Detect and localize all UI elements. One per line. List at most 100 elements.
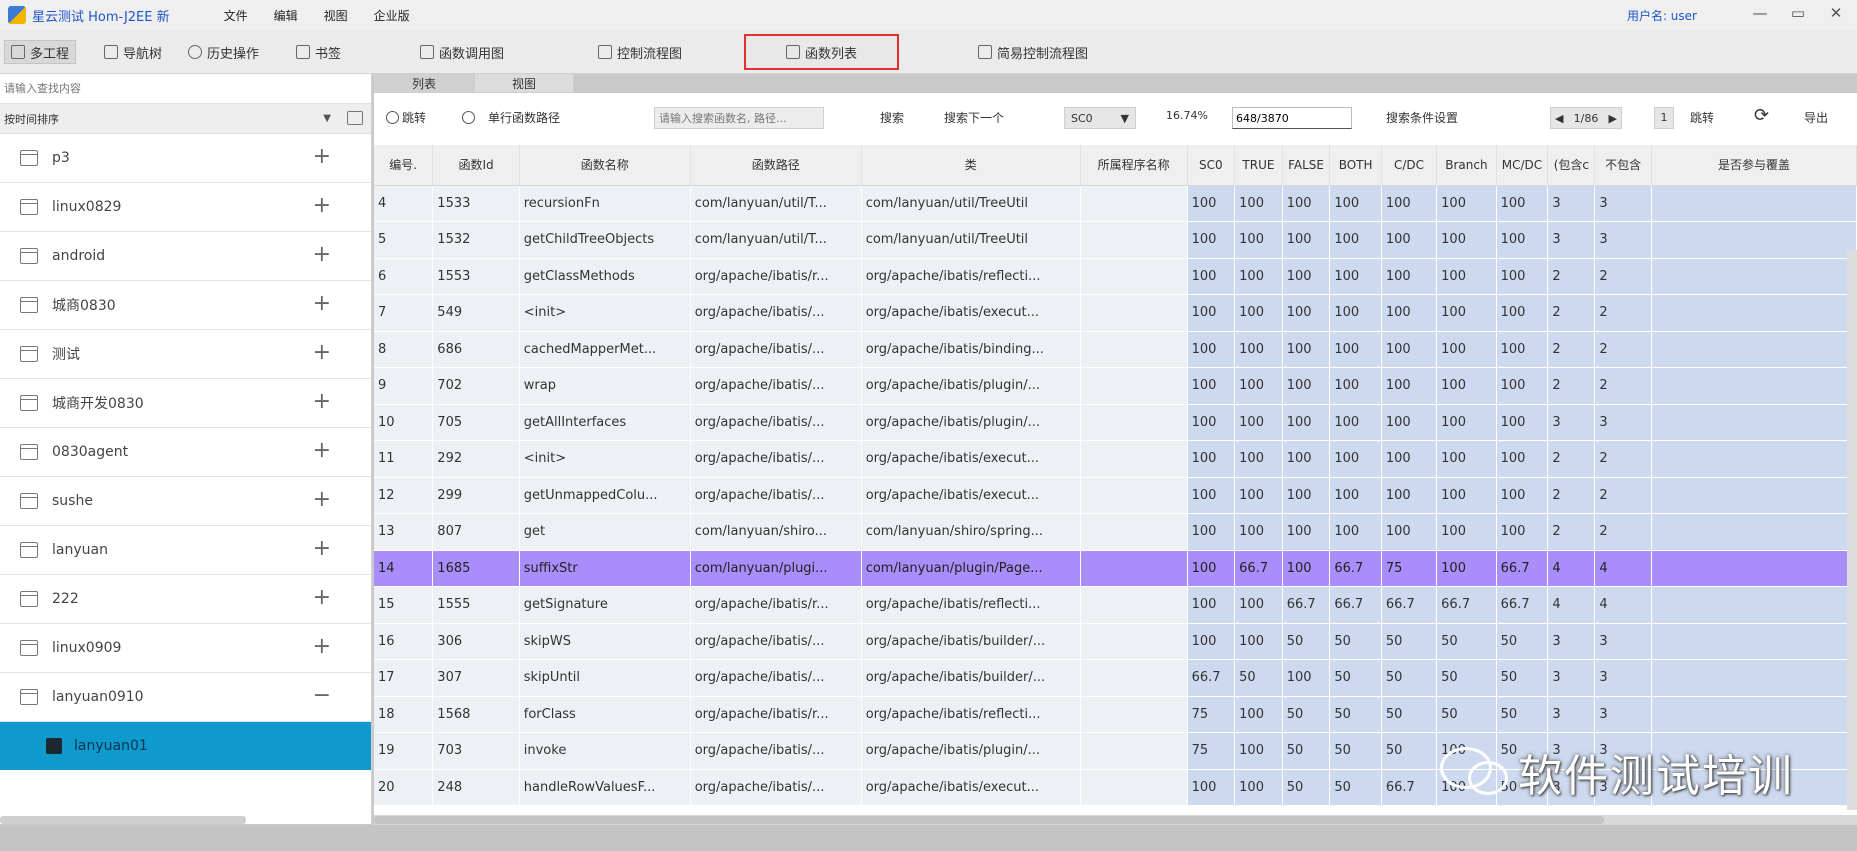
table-row[interactable]: 6 1553 getClassMethods org/apache/ibatis/r.… bbox=[374, 258, 1857, 295]
menu-file[interactable]: 文件 bbox=[220, 5, 252, 26]
expand-icon[interactable]: + bbox=[313, 293, 331, 315]
column-header[interactable]: TRUE bbox=[1234, 145, 1283, 186]
sidebar-project-item[interactable]: sushe + bbox=[0, 477, 371, 526]
sidebar-project-item[interactable]: p3 + bbox=[0, 134, 371, 183]
table-row[interactable]: 11 292 <init> org/apache/ibatis/... org/apac… bbox=[374, 440, 1857, 478]
prev-page-icon[interactable]: ◀ bbox=[1555, 112, 1563, 125]
column-header[interactable]: SC0 bbox=[1187, 145, 1236, 186]
table-row[interactable]: 4 1533 recursionFn com/lanyuan/util/T... com… bbox=[374, 185, 1857, 222]
sidebar-search-input[interactable] bbox=[4, 82, 364, 95]
table-vertical-scrollbar[interactable] bbox=[1847, 250, 1857, 810]
menu-edit[interactable]: 编辑 bbox=[270, 5, 302, 26]
column-header[interactable]: 不包含 bbox=[1594, 145, 1652, 186]
sort-selector[interactable]: 按时间排序 ▼ bbox=[0, 104, 371, 134]
table-row[interactable]: 14 1685 suffixStr com/lanyuan/plugi... com/l… bbox=[374, 550, 1857, 587]
sidebar-scrollbar[interactable] bbox=[0, 816, 246, 824]
single-path-radio[interactable]: 单行函数路径 bbox=[462, 109, 560, 126]
table-horizontal-scrollbar[interactable] bbox=[374, 815, 1857, 825]
scrollbar-thumb[interactable] bbox=[374, 816, 1604, 824]
expand-icon[interactable]: + bbox=[313, 146, 331, 168]
table-row[interactable]: 17 307 skipUntil org/apache/ibatis/... org/a… bbox=[374, 659, 1857, 697]
close-icon[interactable]: ✕ bbox=[1827, 4, 1845, 22]
column-header[interactable]: 函数路径 bbox=[690, 145, 862, 186]
jump-button[interactable]: 跳转 bbox=[1690, 109, 1714, 126]
sidebar-project-item[interactable]: 城商0830 + bbox=[0, 281, 371, 330]
column-header[interactable]: BOTH bbox=[1329, 145, 1382, 186]
column-header[interactable]: 函数Id bbox=[432, 145, 520, 186]
column-header[interactable]: (包含c bbox=[1547, 145, 1596, 186]
table-row[interactable]: 16 306 skipWS org/apache/ibatis/... org/apac… bbox=[374, 623, 1857, 660]
sidebar-project-item[interactable]: 0830agent + bbox=[0, 428, 371, 477]
page-number-input[interactable]: 1 bbox=[1654, 107, 1674, 129]
menu-enterprise[interactable]: 企业版 bbox=[370, 5, 414, 26]
table-cell: org/apache/ibatis/... bbox=[690, 404, 862, 441]
refresh-icon[interactable]: ⟳ bbox=[1754, 105, 1769, 126]
column-header[interactable]: 函数名称 bbox=[519, 145, 691, 186]
metric-select[interactable]: SC0 ▼ bbox=[1064, 107, 1136, 129]
table-row[interactable]: 7 549 <init> org/apache/ibatis/... org/apach… bbox=[374, 294, 1857, 332]
column-header[interactable]: Branch bbox=[1436, 145, 1497, 186]
expand-icon[interactable]: + bbox=[313, 391, 331, 413]
table-row[interactable]: 10 705 getAllInterfaces org/apache/ibatis/.… bbox=[374, 404, 1857, 441]
next-page-icon[interactable]: ▶ bbox=[1609, 112, 1617, 125]
search-next-button[interactable]: 搜索下一个 bbox=[944, 109, 1004, 126]
export-button[interactable]: 导出 bbox=[1804, 109, 1828, 126]
coverage-count-input[interactable] bbox=[1232, 107, 1352, 129]
menu-view[interactable]: 视图 bbox=[320, 5, 352, 26]
nav-tree-button[interactable]: 导航树 bbox=[104, 40, 162, 64]
table-cell: 100 bbox=[1282, 659, 1331, 697]
function-list-button[interactable]: 函数列表 bbox=[744, 34, 900, 70]
sidebar-project-item[interactable]: linux0829 + bbox=[0, 183, 371, 232]
jump-radio[interactable]: 跳转 bbox=[386, 109, 426, 126]
table-row[interactable]: 12 299 getUnmappedColu... org/apache/ibatis… bbox=[374, 477, 1857, 514]
sidebar-project-item[interactable]: android + bbox=[0, 232, 371, 281]
table-cell: 100 bbox=[1496, 294, 1549, 332]
expand-icon[interactable]: + bbox=[313, 489, 331, 511]
search-conditions-button[interactable]: 搜索条件设置 bbox=[1386, 109, 1458, 126]
tab-list[interactable]: 列表 bbox=[374, 73, 474, 93]
search-button[interactable]: 搜索 bbox=[880, 109, 904, 126]
minimize-icon[interactable]: — bbox=[1751, 4, 1769, 22]
table-row[interactable]: 8 686 cachedMapperMet... org/apache/ibatis/… bbox=[374, 331, 1857, 368]
sidebar-project-item[interactable]: 城商开发0830 + bbox=[0, 379, 371, 428]
multi-project-button[interactable]: 多工程 bbox=[4, 40, 77, 64]
expand-icon[interactable]: + bbox=[313, 587, 331, 609]
sidebar-project-item[interactable]: lanyuan0910 − bbox=[0, 673, 371, 722]
user-info[interactable]: 用户名: user bbox=[1627, 7, 1697, 24]
tab-view[interactable]: 视图 bbox=[474, 73, 574, 93]
column-header[interactable]: 编号. bbox=[374, 145, 434, 186]
bookmark-button[interactable]: 书签 bbox=[296, 40, 341, 64]
sidebar-project-item[interactable]: lanyuan + bbox=[0, 526, 371, 575]
history-button[interactable]: 历史操作 bbox=[188, 40, 259, 64]
simple-flowchart-button[interactable]: 简易控制流程图 bbox=[978, 40, 1088, 64]
column-header[interactable]: MC/DC bbox=[1496, 145, 1549, 186]
column-header[interactable]: 类 bbox=[861, 145, 1081, 186]
page-indicator[interactable]: ◀ 1/86 ▶ bbox=[1550, 107, 1622, 129]
expand-icon[interactable]: + bbox=[313, 342, 331, 364]
sidebar-project-item[interactable]: 222 + bbox=[0, 575, 371, 624]
maximize-icon[interactable]: ▭ bbox=[1789, 4, 1807, 22]
collapse-icon[interactable]: − bbox=[313, 685, 331, 707]
expand-icon[interactable]: + bbox=[313, 636, 331, 658]
function-search-input[interactable] bbox=[654, 107, 824, 129]
expand-icon[interactable]: + bbox=[313, 538, 331, 560]
expand-icon[interactable]: + bbox=[313, 195, 331, 217]
sidebar-project-item[interactable]: linux0909 + bbox=[0, 624, 371, 673]
table-row[interactable]: 18 1568 forClass org/apache/ibatis/r... org/… bbox=[374, 696, 1857, 733]
chevron-down-icon[interactable]: ▼ bbox=[323, 113, 331, 124]
table-row[interactable]: 13 807 get com/lanyuan/shiro... com/lanyuan/… bbox=[374, 513, 1857, 551]
flowchart-button[interactable]: 控制流程图 bbox=[598, 40, 682, 64]
column-header[interactable]: C/DC bbox=[1381, 145, 1438, 186]
expand-icon[interactable]: + bbox=[313, 244, 331, 266]
export-icon[interactable] bbox=[347, 111, 363, 125]
call-graph-button[interactable]: 函数调用图 bbox=[420, 40, 504, 64]
column-header[interactable]: 所属程序名称 bbox=[1080, 145, 1188, 186]
sidebar-child-selected[interactable]: lanyuan01 bbox=[0, 722, 371, 770]
sidebar-project-item[interactable]: 测试 + bbox=[0, 330, 371, 379]
expand-icon[interactable]: + bbox=[313, 440, 331, 462]
table-row[interactable]: 5 1532 getChildTreeObjects com/lanyuan/util… bbox=[374, 221, 1857, 259]
table-row[interactable]: 15 1555 getSignature org/apache/ibatis/r...… bbox=[374, 586, 1857, 624]
column-header[interactable]: 是否参与覆盖 bbox=[1651, 145, 1857, 186]
column-header[interactable]: FALSE bbox=[1282, 145, 1331, 186]
table-row[interactable]: 9 702 wrap org/apache/ibatis/... org/apache/… bbox=[374, 367, 1857, 405]
